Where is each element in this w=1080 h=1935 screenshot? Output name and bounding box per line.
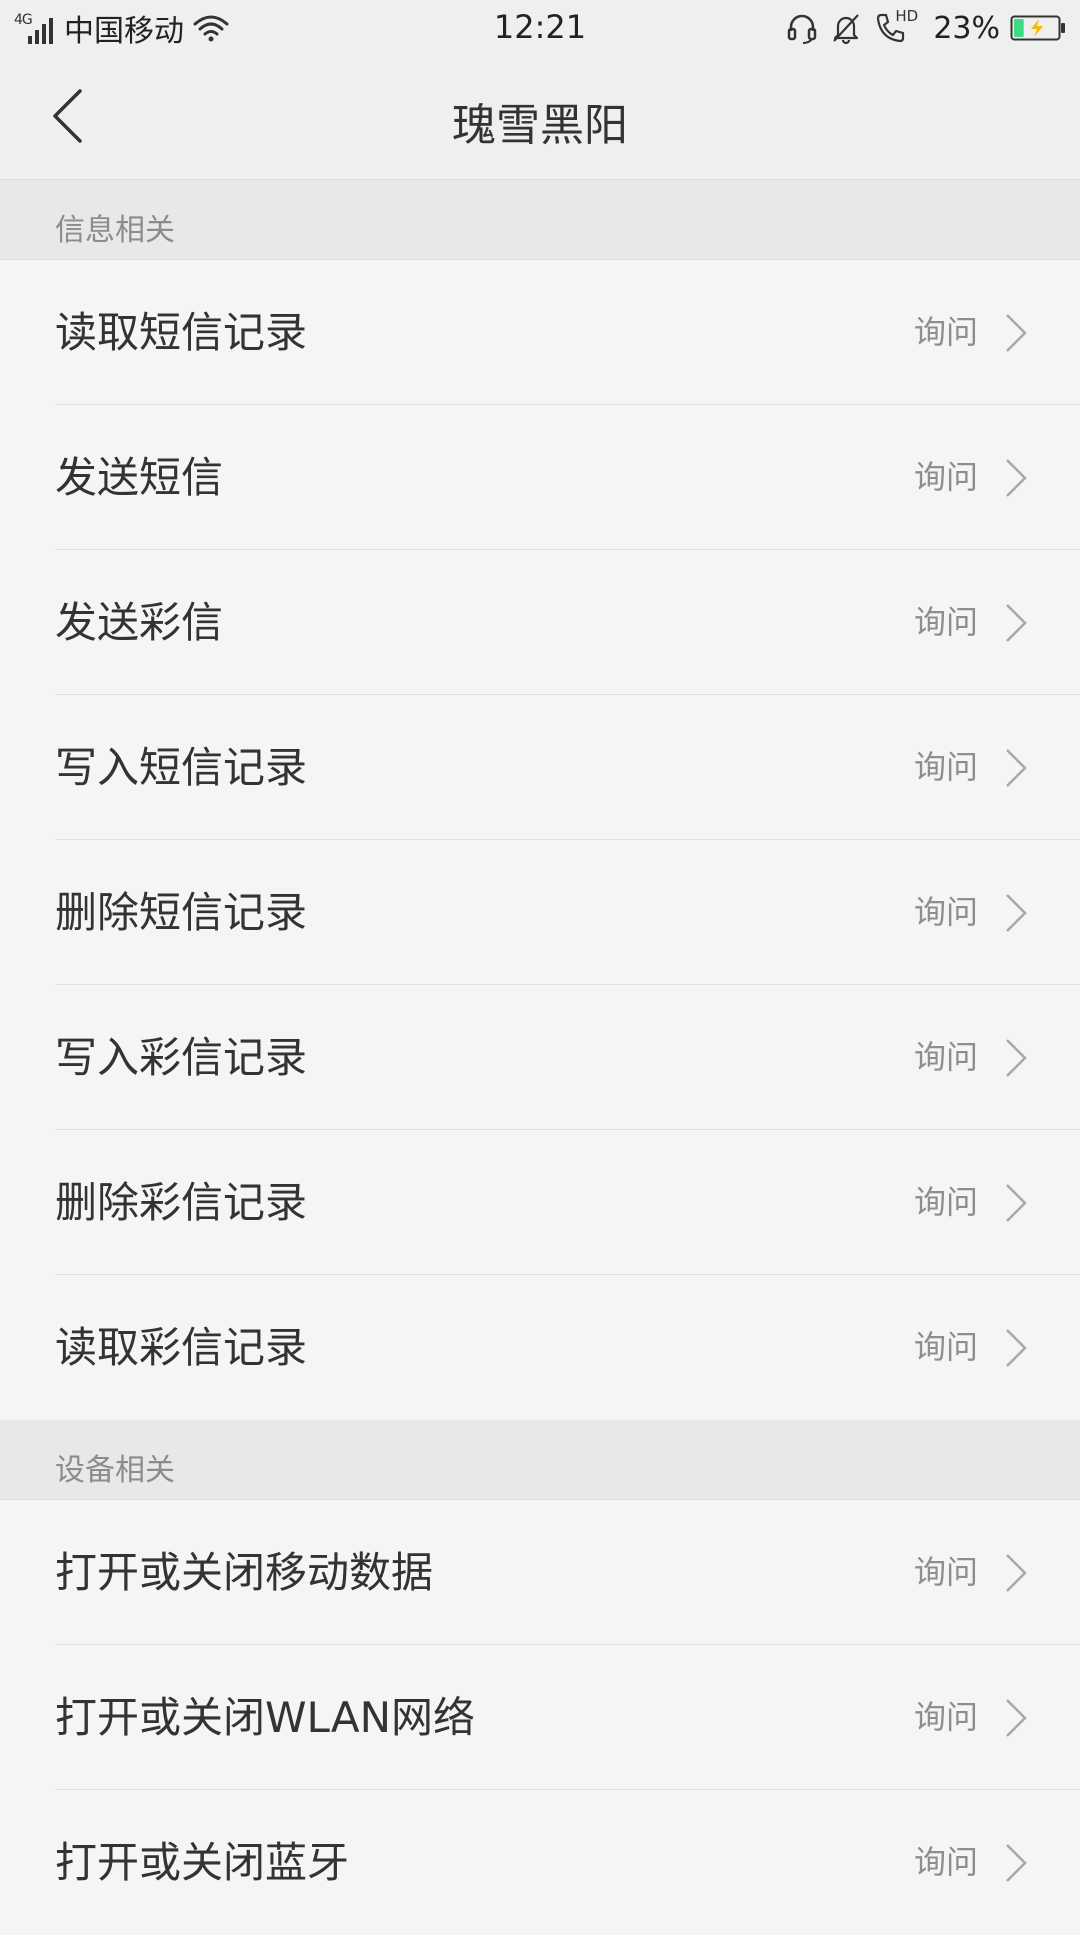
item-value: 询问 <box>913 1328 978 1366</box>
chevron-right-icon <box>1006 1039 1027 1077</box>
item-value: 询问 <box>913 1698 978 1736</box>
list-item[interactable]: 打开或关闭WLAN网络 询问 <box>0 1645 1080 1790</box>
list-item[interactable]: 写入彩信记录 询问 <box>0 985 1080 1130</box>
item-value: 询问 <box>913 1038 978 1076</box>
item-label: 打开或关闭移动数据 <box>55 1548 434 1597</box>
list-item[interactable]: 打开或关闭蓝牙 询问 <box>0 1790 1080 1920</box>
list-item[interactable]: 读取彩信记录 询问 <box>0 1275 1080 1420</box>
hd-call-icon: HD <box>873 7 918 45</box>
item-value: 询问 <box>913 603 978 641</box>
section-header-device: 设备相关 <box>0 1420 1080 1500</box>
item-value: 询问 <box>913 1183 978 1221</box>
item-label: 发送彩信 <box>55 598 224 647</box>
hd-label: HD <box>895 7 919 25</box>
item-label: 删除短信记录 <box>55 888 308 937</box>
item-label: 读取彩信记录 <box>55 1323 308 1372</box>
item-value: 询问 <box>913 748 978 786</box>
item-label: 打开或关闭蓝牙 <box>55 1838 350 1887</box>
battery-charging-icon <box>1010 15 1065 41</box>
chevron-right-icon <box>1006 749 1027 787</box>
app-header: 瑰雪黑阳 <box>0 57 1080 180</box>
chevron-right-icon <box>1006 1329 1027 1367</box>
item-value: 询问 <box>913 458 978 496</box>
chevron-right-icon <box>1006 459 1027 497</box>
chevron-right-icon <box>1006 314 1027 352</box>
item-value: 询问 <box>913 313 978 351</box>
list-item[interactable]: 读取短信记录 询问 <box>0 260 1080 405</box>
status-right: HD 23% <box>785 6 1066 50</box>
battery-percent: 23% <box>933 10 1000 46</box>
chevron-right-icon <box>1006 1184 1027 1222</box>
item-label: 打开或关闭WLAN网络 <box>55 1693 476 1742</box>
item-value: 询问 <box>913 1843 978 1881</box>
chevron-right-icon <box>1006 1554 1027 1592</box>
section-title: 信息相关 <box>55 213 175 248</box>
list-item[interactable]: 删除短信记录 询问 <box>0 840 1080 985</box>
mute-bell-icon <box>833 14 860 45</box>
item-label: 发送短信 <box>55 453 224 502</box>
list-item[interactable]: 删除彩信记录 询问 <box>0 1130 1080 1275</box>
item-label: 写入彩信记录 <box>55 1033 308 1082</box>
item-value: 询问 <box>913 893 978 931</box>
list-item[interactable]: 打开或关闭移动数据 询问 <box>0 1500 1080 1645</box>
status-bar: 4G 中国移动 12:21 HD 23% <box>0 0 1080 57</box>
page-title: 瑰雪黑阳 <box>452 100 628 151</box>
chevron-right-icon <box>1006 1699 1027 1737</box>
section-title: 设备相关 <box>55 1453 175 1488</box>
item-value: 询问 <box>913 1553 978 1591</box>
list-item[interactable]: 写入短信记录 询问 <box>0 695 1080 840</box>
chevron-right-icon <box>1006 604 1027 642</box>
item-label: 删除彩信记录 <box>55 1178 308 1227</box>
chevron-right-icon <box>1006 894 1027 932</box>
list-item[interactable]: 发送彩信 询问 <box>0 550 1080 695</box>
headset-icon <box>788 14 817 44</box>
item-label: 写入短信记录 <box>55 743 308 792</box>
list-item[interactable]: 发送短信 询问 <box>0 405 1080 550</box>
section-header-messages: 信息相关 <box>0 180 1080 260</box>
item-label: 读取短信记录 <box>55 308 308 357</box>
chevron-right-icon <box>1006 1844 1027 1882</box>
